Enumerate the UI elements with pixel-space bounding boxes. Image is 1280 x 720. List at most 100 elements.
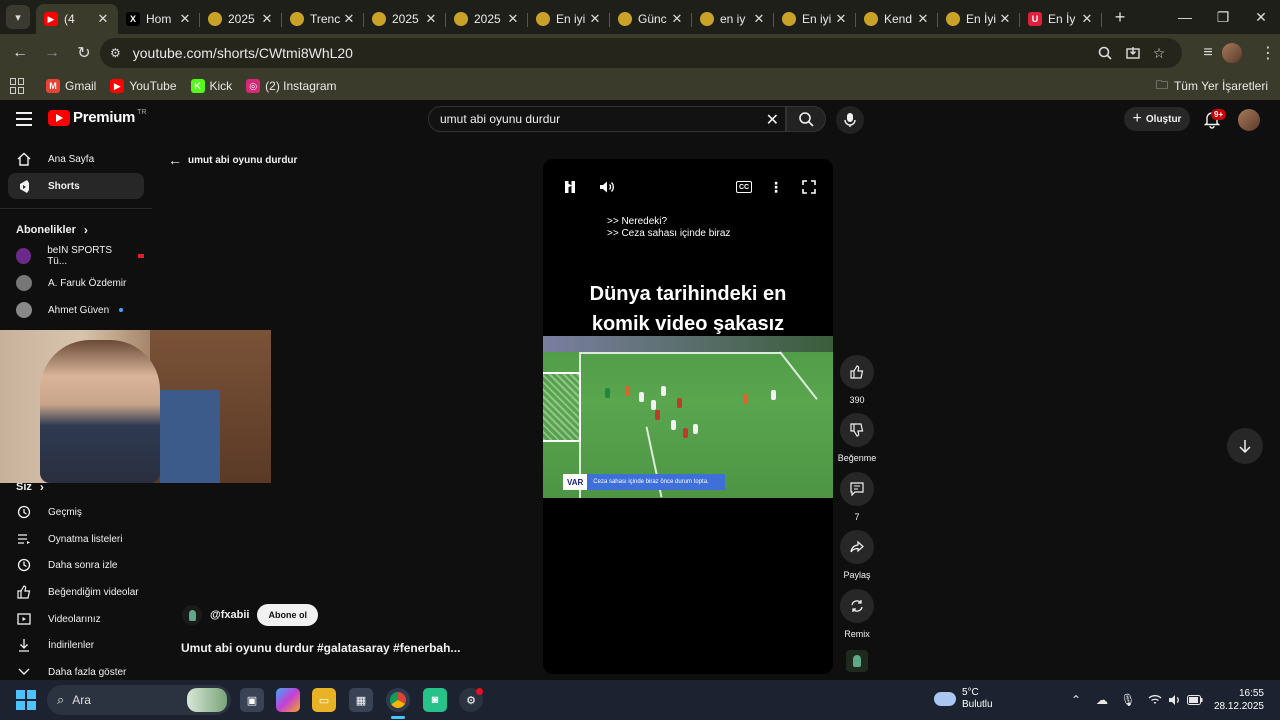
bookmark-item[interactable]: K Kick (190, 79, 232, 93)
browser-tab[interactable]: 2025 ✕ (200, 4, 282, 34)
bookmark-item[interactable]: ▶ YouTube (110, 79, 177, 93)
close-tab-icon[interactable]: ✕ (96, 11, 110, 27)
chat-app-icon[interactable]: ◙ (423, 688, 447, 712)
close-tab-icon[interactable]: ✕ (998, 11, 1012, 27)
voice-search-button[interactable] (836, 106, 864, 134)
account-avatar[interactable] (1238, 109, 1260, 131)
minimize-icon[interactable]: — (1166, 0, 1204, 34)
search-button[interactable] (786, 106, 826, 132)
sound-source-thumbnail[interactable] (846, 650, 868, 672)
maximize-icon[interactable]: ❐ (1204, 0, 1242, 34)
wifi-icon[interactable] (1147, 692, 1163, 708)
close-tab-icon[interactable]: ✕ (342, 11, 356, 27)
microphone-icon[interactable]: 🎙 (1120, 692, 1136, 708)
subscribe-button[interactable]: Abone ol (257, 604, 318, 626)
pause-button[interactable] (560, 178, 580, 196)
browser-tab[interactable]: En iyi ✕ (774, 4, 856, 34)
install-app-icon[interactable] (1124, 44, 1142, 62)
close-tab-icon[interactable]: ✕ (260, 11, 274, 27)
browser-tab[interactable]: 2025 ✕ (446, 4, 528, 34)
tray-app-icon[interactable]: ☁ (1094, 692, 1110, 708)
battery-icon[interactable] (1187, 692, 1203, 708)
shorts-back-button[interactable]: ← umut abi oyunu durdur (168, 152, 297, 168)
channel-name[interactable]: @fxabii (210, 609, 249, 621)
close-tab-icon[interactable]: ✕ (588, 11, 602, 27)
close-tab-icon[interactable]: ✕ (670, 11, 684, 27)
subscription-item[interactable]: A. Faruk Özdemir (8, 270, 144, 296)
browser-tab[interactable]: 2025 ✕ (364, 4, 446, 34)
browser-tab[interactable]: Kend ✕ (856, 4, 938, 34)
sidebar-item-liked-videos[interactable]: Beğendiğim videolar (8, 579, 144, 605)
close-tab-icon[interactable]: ✕ (916, 11, 930, 27)
dislike-button[interactable]: Beğenme (838, 413, 876, 463)
more-menu-icon[interactable]: ⋮ (1254, 39, 1280, 67)
bookmark-item[interactable]: ◎ (2) Instagram (246, 79, 337, 93)
sidebar-item-history[interactable]: Geçmiş (8, 499, 144, 525)
sidebar-item-home[interactable]: Ana Sayfa (8, 146, 144, 172)
youtube-logo[interactable]: Premium TR (48, 109, 146, 126)
close-tab-icon[interactable]: ✕ (424, 11, 438, 27)
browser-tab[interactable]: en iy ✕ (692, 4, 774, 34)
remix-button[interactable]: Remix (839, 589, 875, 639)
sidebar-item-downloads[interactable]: İndirilenler (8, 632, 144, 658)
close-tab-icon[interactable]: ✕ (178, 11, 192, 27)
task-view-icon[interactable]: ▣ (240, 688, 264, 712)
taskbar-search[interactable]: ⌕ Ara (47, 685, 231, 715)
chevron-up-icon[interactable]: ⌃ (1068, 692, 1084, 708)
sidebar-item-your-videos[interactable]: Videolarınız (8, 606, 144, 632)
next-short-button[interactable] (1227, 428, 1263, 464)
chrome-icon[interactable] (386, 688, 410, 712)
speaker-icon[interactable] (1167, 692, 1183, 708)
create-button[interactable]: + Oluştur (1124, 107, 1190, 131)
browser-tab[interactable]: En İyi ✕ (938, 4, 1020, 34)
windows-start-icon[interactable] (16, 690, 36, 710)
tab-search-button[interactable]: ▾ (6, 5, 30, 29)
browser-tab[interactable]: U En İy ✕ (1020, 4, 1102, 34)
subscription-item[interactable]: beIN SPORTS Tü... (8, 243, 144, 269)
share-button[interactable]: Paylaş (839, 530, 875, 580)
system-clock[interactable]: 16:55 28.12.2025 (1214, 687, 1264, 713)
shorts-player[interactable]: ➤ CC ⋮ >> Neredeki? >> Ceza sahası içind… (543, 159, 833, 674)
sidebar-item-playlists[interactable]: Oynatma listeleri (8, 526, 144, 552)
more-options-icon[interactable]: ⋮ (766, 178, 786, 196)
comments-button[interactable]: 7 (839, 472, 875, 522)
close-tab-icon[interactable]: ✕ (752, 11, 766, 27)
profile-avatar[interactable] (1222, 43, 1242, 63)
sidebar-item-watch-later[interactable]: Daha sonra izle (8, 552, 144, 578)
volume-button[interactable] (597, 178, 617, 196)
weather-widget[interactable]: 5°C Bulutlu (934, 687, 993, 711)
close-tab-icon[interactable]: ✕ (1080, 11, 1094, 27)
sidebar-item-shorts[interactable]: Shorts (8, 173, 144, 199)
copilot-icon[interactable] (276, 688, 300, 712)
browser-tab[interactable]: X Hom ✕ (118, 4, 200, 34)
close-window-icon[interactable]: ✕ (1242, 0, 1280, 34)
file-explorer-icon[interactable]: ▭ (312, 688, 336, 712)
video-title[interactable]: Umut abi oyunu durdur #galatasaray #fene… (181, 641, 460, 655)
fullscreen-button[interactable] (799, 178, 819, 196)
search-input[interactable]: umut abi oyunu durdur ✕ (428, 106, 786, 132)
subscription-item[interactable]: Ahmet Güven (8, 297, 144, 323)
clear-search-icon[interactable]: ✕ (766, 110, 779, 130)
subscriptions-header[interactable]: Abonelikler › (16, 223, 88, 237)
apps-grid-icon[interactable] (10, 78, 26, 94)
zoom-icon[interactable] (1096, 44, 1114, 62)
address-bar[interactable]: ⚙ youtube.com/shorts/CWtmi8WhL20 ☆ (100, 38, 1182, 68)
close-tab-icon[interactable]: ✕ (506, 11, 520, 27)
browser-tab[interactable]: ▶ (4 ✕ (36, 4, 118, 34)
bookmark-item[interactable]: M Gmail (46, 79, 96, 93)
media-controls-icon[interactable]: ≡ (1194, 39, 1222, 67)
like-button[interactable]: 390 (839, 355, 875, 405)
forward-icon[interactable]: → (38, 39, 66, 67)
new-tab-button[interactable]: + (1106, 3, 1134, 31)
bookmark-star-icon[interactable]: ☆ (1150, 44, 1168, 62)
captions-button[interactable]: CC (734, 178, 754, 196)
close-tab-icon[interactable]: ✕ (834, 11, 848, 27)
browser-tab[interactable]: Günc ✕ (610, 4, 692, 34)
microsoft-store-icon[interactable]: ▦ (349, 688, 373, 712)
back-icon[interactable]: ← (6, 39, 34, 67)
reload-icon[interactable]: ↻ (70, 39, 98, 67)
browser-tab[interactable]: Trenc ✕ (282, 4, 364, 34)
all-bookmarks-folder[interactable]: 🗀 Tüm Yer İşaretleri (1156, 76, 1268, 97)
browser-tab[interactable]: En iyi ✕ (528, 4, 610, 34)
channel-avatar[interactable] (182, 605, 202, 625)
